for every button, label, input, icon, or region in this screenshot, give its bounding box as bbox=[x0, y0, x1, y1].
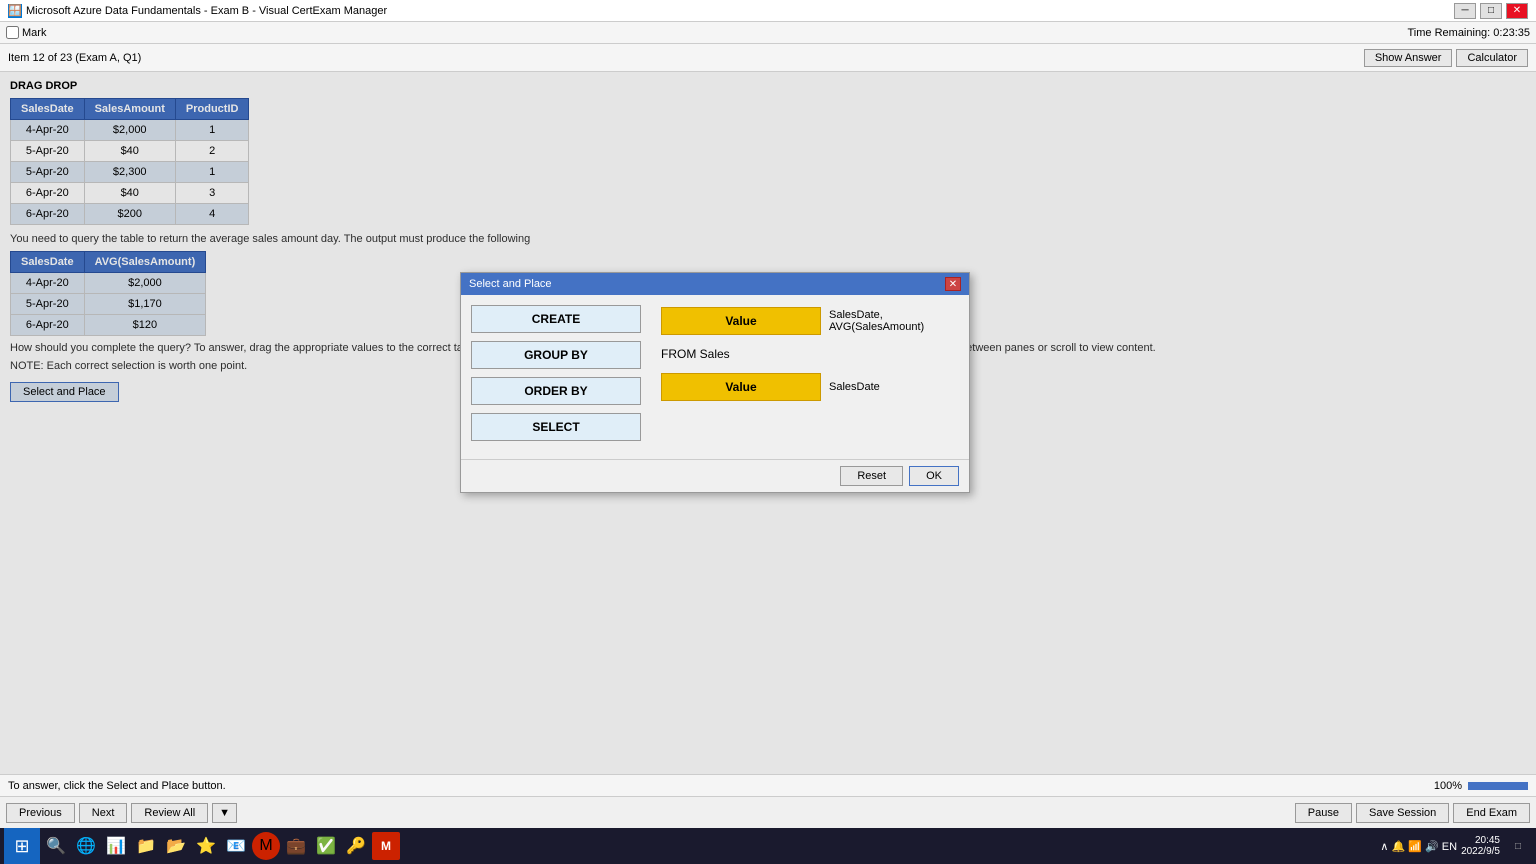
next-button[interactable]: Next bbox=[79, 803, 128, 823]
calculator-button[interactable]: Calculator bbox=[1456, 49, 1528, 67]
save-session-button[interactable]: Save Session bbox=[1356, 803, 1449, 823]
zoom-fill bbox=[1468, 782, 1528, 790]
taskbar-explorer-icon[interactable]: 📂 bbox=[162, 832, 190, 860]
taskbar-show-desktop[interactable]: □ bbox=[1504, 832, 1532, 860]
value-button-2[interactable]: Value bbox=[661, 373, 821, 401]
modal-label-2: SalesDate bbox=[829, 381, 880, 393]
title-bar: 🪟 Microsoft Azure Data Fundamentals - Ex… bbox=[0, 0, 1536, 22]
mark-checkbox[interactable] bbox=[6, 26, 19, 39]
modal-row-2: Value SalesDate bbox=[661, 373, 959, 401]
status-bar: To answer, click the Select and Place bu… bbox=[0, 774, 1536, 796]
pause-button[interactable]: Pause bbox=[1295, 803, 1352, 823]
main-content: DRAG DROP SalesDate SalesAmount ProductI… bbox=[0, 72, 1536, 774]
previous-button[interactable]: Previous bbox=[6, 803, 75, 823]
item-info: Item 12 of 23 (Exam A, Q1) bbox=[8, 52, 141, 64]
taskbar-folder-icon[interactable]: 📁 bbox=[132, 832, 160, 860]
nav-right: Pause Save Session End Exam bbox=[1295, 803, 1530, 823]
modal-footer: Reset OK bbox=[461, 459, 969, 492]
taskbar-left: ⊞ 🔍 🌐 📊 📁 📂 ⭐ 📧 M 💼 ✅ 🔑 M bbox=[4, 828, 400, 864]
taskbar-tray-icons: ∧ 🔔 📶 🔊 EN bbox=[1380, 840, 1457, 853]
end-exam-button[interactable]: End Exam bbox=[1453, 803, 1530, 823]
window-title: Microsoft Azure Data Fundamentals - Exam… bbox=[26, 5, 1454, 17]
modal-row-1: Value SalesDate,AVG(SalesAmount) bbox=[661, 307, 959, 335]
reset-button[interactable]: Reset bbox=[840, 466, 903, 486]
value-button-1[interactable]: Value bbox=[661, 307, 821, 335]
from-sales-label: FROM Sales bbox=[661, 343, 730, 365]
taskbar-icon-9[interactable]: 💼 bbox=[282, 832, 310, 860]
taskbar-certexam-icon[interactable]: M bbox=[372, 832, 400, 860]
review-all-dropdown[interactable]: ▼ bbox=[212, 803, 237, 823]
mark-label: Mark bbox=[22, 27, 46, 39]
toolbar-buttons: Show Answer Calculator bbox=[1364, 49, 1528, 67]
taskbar-chrome-icon[interactable]: 🌐 bbox=[72, 832, 100, 860]
time-remaining: Time Remaining: 0:23:35 bbox=[1408, 27, 1531, 39]
close-button[interactable]: ✕ bbox=[1506, 3, 1528, 19]
taskbar-icon-10[interactable]: ✅ bbox=[312, 832, 340, 860]
modal-close-button[interactable]: ✕ bbox=[945, 277, 961, 291]
keyword-group-by[interactable]: GROUP BY bbox=[471, 341, 641, 369]
modal-row-from: FROM Sales bbox=[661, 343, 959, 365]
taskbar: ⊞ 🔍 🌐 📊 📁 📂 ⭐ 📧 M 💼 ✅ 🔑 M ∧ 🔔 📶 🔊 EN 20:… bbox=[0, 828, 1536, 864]
zoom-bar bbox=[1468, 782, 1528, 790]
app-icon: 🪟 bbox=[8, 4, 22, 18]
taskbar-icon-11[interactable]: 🔑 bbox=[342, 832, 370, 860]
modal-body: CREATE GROUP BY ORDER BY SELECT Value Sa… bbox=[461, 295, 969, 459]
toolbar: Item 12 of 23 (Exam A, Q1) Show Answer C… bbox=[0, 44, 1536, 72]
nav-left: Previous Next Review All ▼ bbox=[6, 803, 237, 823]
modal-title: Select and Place bbox=[469, 278, 552, 290]
modal-keywords-panel: CREATE GROUP BY ORDER BY SELECT bbox=[471, 305, 651, 449]
window-controls: ─ □ ✕ bbox=[1454, 3, 1528, 19]
minimize-button[interactable]: ─ bbox=[1454, 3, 1476, 19]
mark-checkbox-label[interactable]: Mark bbox=[6, 26, 46, 39]
keyword-create[interactable]: CREATE bbox=[471, 305, 641, 333]
taskbar-search-icon[interactable]: 🔍 bbox=[42, 832, 70, 860]
windows-logo-icon: ⊞ bbox=[14, 836, 29, 857]
taskbar-icon-8[interactable]: M bbox=[252, 832, 280, 860]
taskbar-time-text: 20:45 bbox=[1461, 835, 1500, 846]
taskbar-mail-icon[interactable]: 📧 bbox=[222, 832, 250, 860]
keyword-select[interactable]: SELECT bbox=[471, 413, 641, 441]
taskbar-date-text: 2022/9/5 bbox=[1461, 846, 1500, 857]
modal-titlebar: Select and Place ✕ bbox=[461, 273, 969, 295]
ok-button[interactable]: OK bbox=[909, 466, 959, 486]
taskbar-clock: 20:45 2022/9/5 bbox=[1461, 835, 1500, 857]
taskbar-icon-6[interactable]: ⭐ bbox=[192, 832, 220, 860]
taskbar-excel-icon[interactable]: 📊 bbox=[102, 832, 130, 860]
modal-row-3 bbox=[661, 409, 959, 449]
zoom-label: 100% bbox=[1434, 780, 1462, 792]
status-right: 100% bbox=[1434, 780, 1528, 792]
nav-bar: Previous Next Review All ▼ Pause Save Se… bbox=[0, 796, 1536, 828]
keyword-order-by[interactable]: ORDER BY bbox=[471, 377, 641, 405]
taskbar-right: ∧ 🔔 📶 🔊 EN 20:45 2022/9/5 □ bbox=[1380, 832, 1532, 860]
restore-button[interactable]: □ bbox=[1480, 3, 1502, 19]
status-text: To answer, click the Select and Place bu… bbox=[8, 780, 226, 792]
menu-bar: Mark Time Remaining: 0:23:35 bbox=[0, 22, 1536, 44]
windows-start-button[interactable]: ⊞ bbox=[4, 828, 40, 864]
modal-values-panel: Value SalesDate,AVG(SalesAmount) FROM Sa… bbox=[661, 305, 959, 449]
show-answer-button[interactable]: Show Answer bbox=[1364, 49, 1453, 67]
select-place-modal: Select and Place ✕ CREATE GROUP BY ORDER… bbox=[460, 272, 970, 493]
modal-label-1: SalesDate,AVG(SalesAmount) bbox=[829, 309, 924, 333]
review-all-button[interactable]: Review All bbox=[131, 803, 208, 823]
